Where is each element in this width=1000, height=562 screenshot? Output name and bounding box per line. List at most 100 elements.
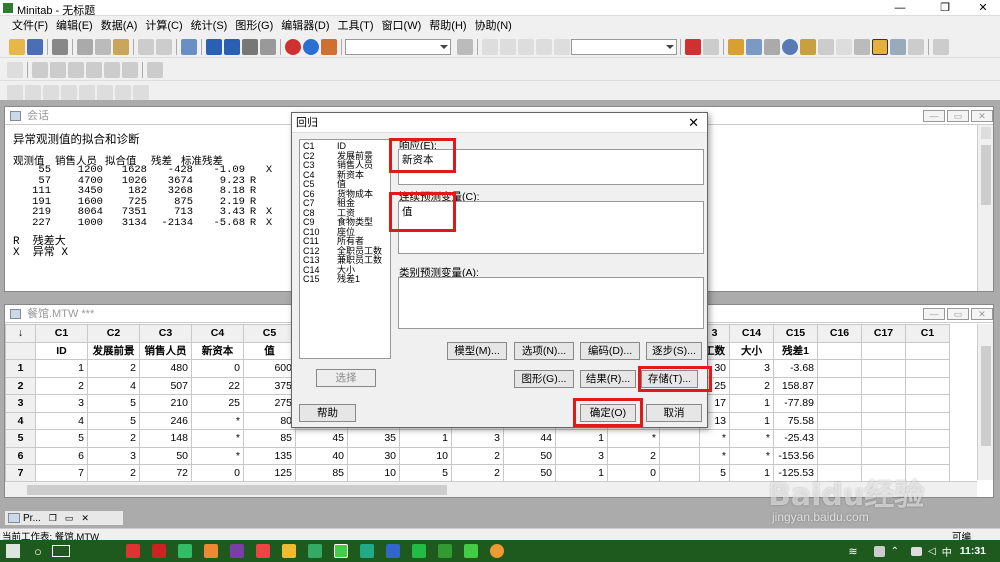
- pencil-icon[interactable]: [104, 61, 120, 78]
- pen-icon[interactable]: [500, 38, 516, 55]
- flag-icon[interactable]: [536, 38, 552, 55]
- menu-window[interactable]: 窗口(W): [378, 17, 426, 35]
- worksheet-cell[interactable]: [905, 376, 950, 395]
- scroll-thumb[interactable]: [980, 346, 991, 446]
- undo-icon[interactable]: [138, 38, 154, 55]
- pointer-icon[interactable]: [482, 38, 498, 55]
- worksheet-cell[interactable]: 25: [191, 394, 244, 413]
- worksheet-cell[interactable]: 1: [729, 394, 774, 413]
- redo-icon[interactable]: [156, 38, 172, 55]
- session-vscrollbar[interactable]: [977, 125, 993, 291]
- worksheet-cell[interactable]: [905, 341, 950, 360]
- app-icon-4[interactable]: [203, 544, 218, 558]
- paste-icon[interactable]: [113, 38, 129, 55]
- session-minimize-button[interactable]: —: [923, 110, 945, 122]
- worksheet-cell[interactable]: 5: [399, 464, 452, 483]
- worksheet-cell[interactable]: 50: [503, 464, 556, 483]
- worksheet-cell[interactable]: 72: [139, 464, 192, 483]
- maximize-icon[interactable]: ▭: [65, 513, 74, 524]
- worksheet-cell[interactable]: 大小: [729, 341, 774, 360]
- menu-tools[interactable]: 工具(T): [334, 17, 378, 35]
- model-button[interactable]: 模型(M)...: [447, 342, 507, 360]
- app-icon-7[interactable]: [281, 544, 296, 558]
- worksheet-cell[interactable]: 148: [139, 429, 192, 448]
- worksheet-cell[interactable]: 10: [399, 446, 452, 465]
- worksheet-cell[interactable]: 158.87: [773, 376, 818, 395]
- crosshair-icon[interactable]: [518, 38, 534, 55]
- arrow-up-icon[interactable]: [206, 38, 222, 55]
- rectangle-tool-icon[interactable]: [43, 84, 59, 101]
- dialog-close-icon[interactable]: ✕: [688, 113, 699, 133]
- cancel-button[interactable]: 取消: [646, 404, 702, 422]
- ellipse-tool-icon[interactable]: [61, 84, 77, 101]
- worksheet-cell[interactable]: 210: [139, 394, 192, 413]
- variable-item[interactable]: C15 残差1: [303, 275, 387, 285]
- worksheet-cell[interactable]: 22: [191, 376, 244, 395]
- delete-icon[interactable]: [685, 38, 701, 55]
- worksheet-cell[interactable]: 40: [295, 446, 348, 465]
- move-column-icon[interactable]: [68, 61, 84, 78]
- pen-icon-2[interactable]: [122, 61, 138, 78]
- worksheet-cell[interactable]: [905, 411, 950, 430]
- volume-icon[interactable]: ◁: [928, 546, 936, 557]
- worksheet-cell[interactable]: [905, 394, 950, 413]
- related-docs-icon[interactable]: [818, 38, 834, 55]
- menu-editor[interactable]: 编辑器(D): [277, 17, 333, 35]
- toolbar-combo-2[interactable]: [571, 38, 677, 55]
- filter-icon[interactable]: [554, 38, 570, 55]
- help-icon[interactable]: [303, 38, 319, 55]
- app-icon-8[interactable]: [307, 544, 322, 558]
- project-manager-icon[interactable]: [728, 38, 744, 55]
- worksheet-cell[interactable]: C16: [817, 324, 862, 343]
- worksheet-cell[interactable]: 375: [243, 376, 296, 395]
- polygon-tool-icon[interactable]: [115, 84, 131, 101]
- worksheet-cell[interactable]: [861, 429, 906, 448]
- worksheet-cell[interactable]: 新资本: [191, 341, 244, 360]
- worksheet-cell[interactable]: 1: [35, 359, 88, 378]
- variable-list[interactable]: C1 ID C2 发展前景 C3 销售人员 C4 新资本 C5 值 C6 货物成本 C7 租金 C8 工资 C9…: [299, 139, 391, 359]
- worksheet-cell[interactable]: -77.89: [773, 394, 818, 413]
- worksheet-cell[interactable]: *: [191, 429, 244, 448]
- worksheet-cell[interactable]: 2: [451, 446, 504, 465]
- brush-icon[interactable]: [457, 38, 473, 55]
- cut-icon[interactable]: [77, 38, 93, 55]
- find-icon[interactable]: [242, 38, 258, 55]
- menu-graph[interactable]: 图形(G): [231, 17, 277, 35]
- worksheet-cell[interactable]: *: [191, 446, 244, 465]
- close-button[interactable]: ✕: [968, 0, 998, 16]
- fx-icon[interactable]: [7, 61, 23, 78]
- worksheet-cell[interactable]: 2: [607, 446, 660, 465]
- worksheet-cell[interactable]: 2: [87, 464, 140, 483]
- insert-row-icon[interactable]: [32, 61, 48, 78]
- app-icon-3[interactable]: [177, 544, 192, 558]
- format-column-icon[interactable]: [86, 61, 102, 78]
- app-icon-2[interactable]: [151, 544, 166, 558]
- task-view-icon[interactable]: [51, 545, 70, 557]
- worksheet-cell[interactable]: C1: [35, 324, 88, 343]
- worksheet-cell[interactable]: 2: [729, 376, 774, 395]
- worksheet-cell[interactable]: 2: [87, 429, 140, 448]
- worksheet-cell[interactable]: 0: [607, 464, 660, 483]
- worksheet-cell[interactable]: [817, 359, 862, 378]
- worksheet-cell[interactable]: C14: [729, 324, 774, 343]
- worksheet-cell[interactable]: C1: [905, 324, 950, 343]
- copy-icon[interactable]: [95, 38, 111, 55]
- menu-data[interactable]: 数据(A): [97, 17, 142, 35]
- scroll-up-icon[interactable]: [980, 127, 991, 139]
- text-tool-icon[interactable]: [25, 84, 41, 101]
- battery-icon[interactable]: [911, 546, 923, 556]
- worksheet-cell[interactable]: 30: [347, 446, 400, 465]
- worksheet-cell[interactable]: [861, 446, 906, 465]
- worksheet-cell[interactable]: 2: [87, 359, 140, 378]
- worksheet-cell[interactable]: [861, 394, 906, 413]
- app-icon-15[interactable]: [489, 544, 504, 558]
- app-icon-12[interactable]: [411, 544, 426, 558]
- cancel-icon[interactable]: [285, 38, 301, 55]
- session-folder-icon[interactable]: [746, 38, 762, 55]
- worksheet-cell[interactable]: 80: [243, 411, 296, 430]
- tray-icon-1[interactable]: [873, 545, 885, 557]
- scroll-thumb[interactable]: [980, 145, 991, 205]
- app-icon-10[interactable]: [359, 544, 374, 558]
- cascade-icon[interactable]: [933, 38, 949, 55]
- worksheet-cell[interactable]: C17: [861, 324, 906, 343]
